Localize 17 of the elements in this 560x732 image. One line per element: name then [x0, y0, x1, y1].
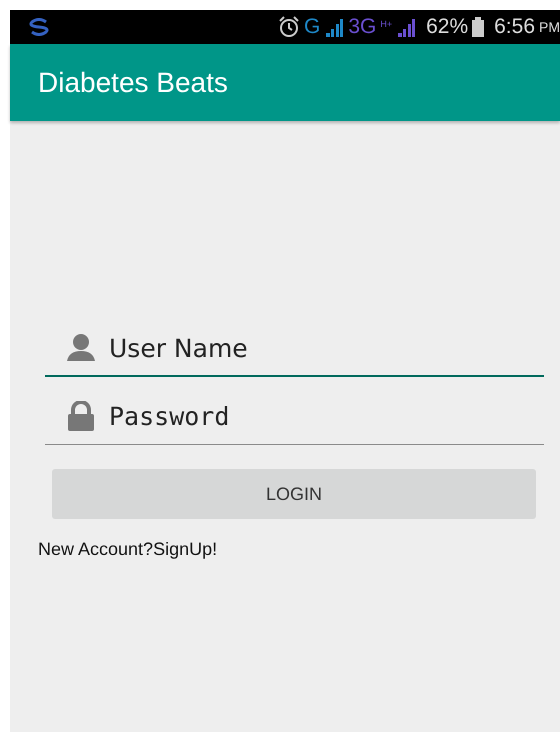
login-button[interactable]: LOGIN	[52, 469, 536, 519]
battery-percent: 62%	[426, 15, 468, 39]
clock-time: 6:56	[494, 15, 535, 39]
app-title: Diabetes Beats	[38, 66, 228, 98]
clock-meridiem: PM	[539, 19, 560, 35]
password-field[interactable]: Password	[45, 389, 544, 445]
battery-icon	[472, 17, 484, 37]
user-icon	[65, 333, 97, 361]
signup-link[interactable]: New Account?SignUp!	[38, 539, 544, 560]
network-type: 3G	[348, 15, 376, 39]
network-type: G	[304, 15, 320, 39]
alarm-clock-icon	[278, 16, 300, 38]
signal-icon	[396, 17, 416, 37]
lock-icon	[65, 401, 97, 431]
app-logo-icon	[28, 18, 50, 36]
network-badge-label: H+	[380, 19, 392, 29]
signal-icon	[324, 17, 344, 37]
